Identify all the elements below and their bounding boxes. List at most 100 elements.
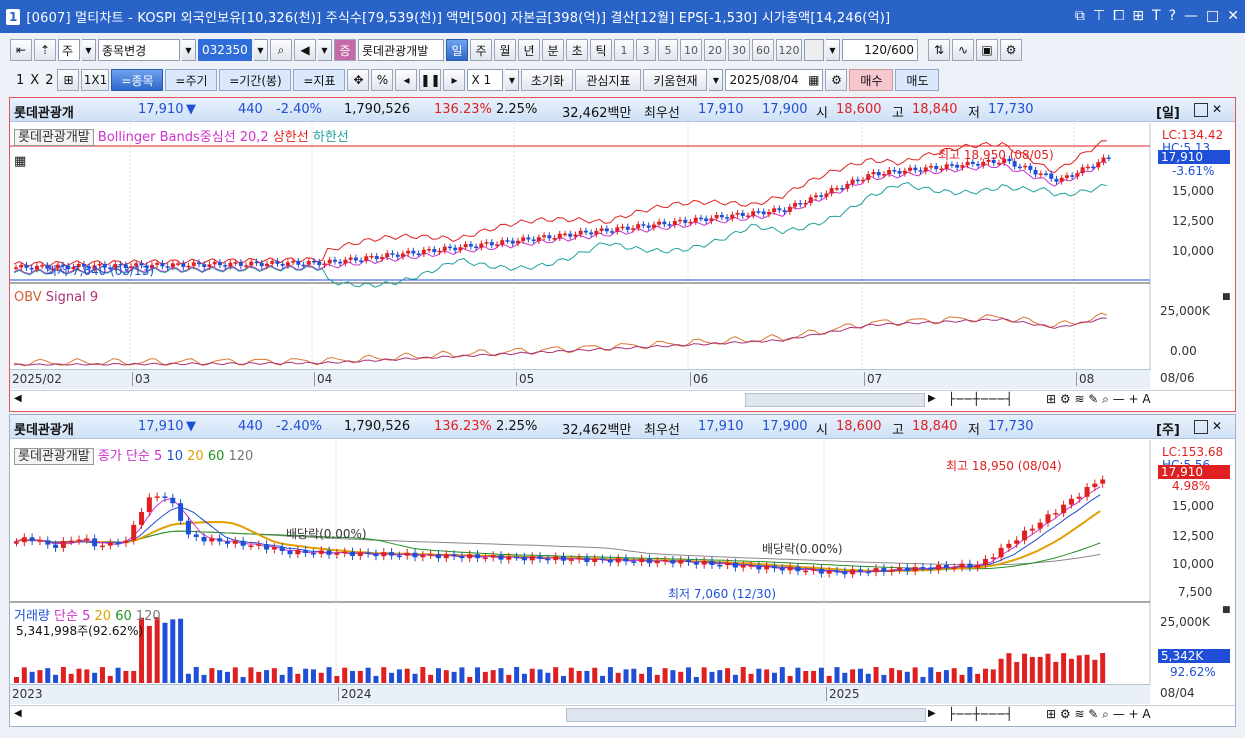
chevron-down-icon[interactable]: ▼ — [318, 39, 332, 61]
draw-icon[interactable]: ∿ — [952, 39, 974, 61]
period-second-button[interactable]: 초 — [566, 39, 588, 61]
chevron-down-icon[interactable]: ▼ — [254, 39, 268, 61]
toolbar-secondary: 1 X 2 ⊞ 1X1 =종목 =주기 =기간(봉) =지표 ✥ % ◂ ❚❚ … — [10, 67, 1240, 93]
period-year-button[interactable]: 년 — [518, 39, 540, 61]
help-icon[interactable]: ? — [1169, 6, 1176, 26]
volume-bar — [287, 667, 293, 683]
period-month-button[interactable]: 월 — [494, 39, 516, 61]
maximize-icon[interactable]: □ — [1206, 6, 1219, 26]
buy-button[interactable]: 매수 — [849, 69, 894, 91]
search-icon[interactable]: ⌕ — [270, 39, 292, 61]
scrollbar-weekly[interactable]: ◀ ▶ ├──┼───┤ ⊞ ⚙ ≋ ✎ ⌕ — + A — [10, 705, 1235, 725]
volume-bar — [521, 673, 527, 683]
chart-tools-icons[interactable]: ⊞ ⚙ ≋ ✎ ⌕ — + A — [1046, 392, 1151, 407]
stock-name-field[interactable]: 롯데관광개발 — [358, 39, 444, 61]
interval-120-button[interactable]: 120 — [776, 39, 802, 61]
market-select[interactable]: 주 — [58, 39, 80, 61]
percent-icon[interactable]: % — [371, 69, 394, 91]
candle — [248, 545, 254, 547]
calendar-icon[interactable]: ▦ — [808, 73, 819, 87]
period-week-button[interactable]: 주 — [470, 39, 492, 61]
chart-tools-icons[interactable]: ⊞ ⚙ ≋ ✎ ⌕ — + A — [1046, 707, 1151, 722]
period-minute-button[interactable]: 분 — [542, 39, 564, 61]
sticky-icon[interactable]: ⊞ — [1132, 6, 1144, 26]
date-input[interactable]: 2025/08/04 ▦ — [725, 69, 824, 91]
bar-count-field[interactable]: 120/600 — [842, 39, 918, 61]
font-icon[interactable]: T — [1152, 6, 1161, 26]
candle — [474, 246, 479, 248]
change-stock-select[interactable]: 종목변경 — [98, 39, 180, 61]
table-icon[interactable]: ▦ — [14, 154, 26, 169]
chevron-down-icon[interactable]: ▼ — [709, 69, 724, 91]
pane-menu-icon[interactable]: ■ — [1222, 605, 1231, 615]
chevron-down-icon[interactable]: ▼ — [82, 39, 96, 61]
chart-settings-icon[interactable]: ⚙ — [825, 69, 848, 91]
interval-5-button[interactable]: 5 — [658, 39, 678, 61]
crosshair-icon[interactable]: ✥ — [347, 69, 370, 91]
close-icon[interactable]: ✕ — [1227, 6, 1239, 26]
stock-sync-button[interactable]: =종목 — [111, 69, 164, 91]
candle — [842, 571, 848, 575]
period-day-button[interactable]: 일 — [446, 39, 468, 61]
interest-indicator-button[interactable]: 관심지표 — [575, 69, 642, 91]
close-icon[interactable]: ✕ — [1212, 419, 1222, 433]
maximize-icon[interactable] — [1194, 420, 1208, 434]
period-sync-button[interactable]: =주기 — [165, 69, 218, 91]
scroll-right-icon[interactable]: ▶ — [928, 393, 936, 404]
scrollbar-daily[interactable]: ◀ ▶ ├──┼───┤ ⊞ ⚙ ≋ ✎ ⌕ — + A — [10, 390, 1235, 410]
pane-menu-icon[interactable]: ■ — [1222, 292, 1231, 302]
link-icon[interactable]: ⧉ — [1075, 6, 1085, 26]
save-icon[interactable]: ▣ — [976, 39, 998, 61]
stock-type-icon[interactable]: 증 — [334, 39, 356, 61]
prev-icon[interactable]: ◂ — [395, 69, 418, 91]
kiwoom-current-button[interactable]: 키움현재 — [643, 69, 708, 91]
up-icon[interactable]: ⇡ — [34, 39, 56, 61]
indicator-sync-button[interactable]: =지표 — [293, 69, 346, 91]
grid-icon[interactable]: ⊞ — [57, 69, 80, 91]
interval-3-button[interactable]: 3 — [636, 39, 656, 61]
interval-30-button[interactable]: 30 — [728, 39, 750, 61]
interval-20-button[interactable]: 20 — [704, 39, 726, 61]
scroll-right-icon[interactable]: ▶ — [928, 708, 936, 719]
volume-bar — [857, 668, 863, 683]
stock-code-input[interactable]: 032350 — [198, 39, 252, 61]
gear-icon[interactable]: ⚙ — [1000, 39, 1022, 61]
scroll-thumb[interactable] — [745, 393, 925, 407]
price-chart-weekly[interactable] — [10, 440, 1235, 686]
chevron-down-icon[interactable]: ▼ — [505, 69, 520, 91]
restore-icon[interactable]: ⧠ — [1113, 6, 1124, 26]
scroll-left-icon[interactable]: ◀ — [14, 708, 22, 719]
zoom-slider[interactable]: ├──┼───┤ — [948, 392, 1014, 406]
minimize-icon[interactable]: — — [1184, 6, 1198, 26]
layout-2[interactable]: 2 — [45, 73, 53, 88]
multiplier-select[interactable]: X 1 — [467, 69, 504, 91]
interval-10-button[interactable]: 10 — [680, 39, 702, 61]
pause-icon[interactable]: ❚❚ — [419, 69, 442, 91]
interval-custom-input[interactable] — [804, 39, 824, 61]
current-price-tag: 17,910 — [1158, 465, 1230, 479]
candle — [552, 238, 557, 240]
one-by-one-button[interactable]: 1X1 — [81, 69, 110, 91]
scroll-thumb[interactable] — [566, 708, 926, 722]
sound-icon[interactable]: ◀ — [294, 39, 316, 61]
interval-60-button[interactable]: 60 — [752, 39, 774, 61]
zoom-slider[interactable]: ├──┼───┤ — [948, 707, 1014, 721]
interval-1-button[interactable]: 1 — [614, 39, 634, 61]
sell-button[interactable]: 매도 — [895, 69, 940, 91]
candle — [21, 537, 27, 543]
next-icon[interactable]: ▸ — [443, 69, 466, 91]
candle — [467, 554, 473, 559]
close-icon[interactable]: ✕ — [1212, 102, 1222, 116]
candle — [505, 240, 510, 242]
pin-icon[interactable]: ⊤ — [1093, 6, 1105, 26]
layout-1[interactable]: 1 — [16, 73, 24, 88]
compare-icon[interactable]: ⇅ — [928, 39, 950, 61]
chevron-down-icon[interactable]: ▼ — [826, 39, 840, 61]
range-sync-button[interactable]: =기간(봉) — [219, 69, 292, 91]
period-tick-button[interactable]: 틱 — [590, 39, 612, 61]
reset-button[interactable]: 초기화 — [521, 69, 574, 91]
scroll-left-icon[interactable]: ◀ — [14, 393, 22, 404]
back-icon[interactable]: ⇤ — [10, 39, 32, 61]
chevron-down-icon[interactable]: ▼ — [182, 39, 196, 61]
maximize-icon[interactable] — [1194, 103, 1208, 117]
